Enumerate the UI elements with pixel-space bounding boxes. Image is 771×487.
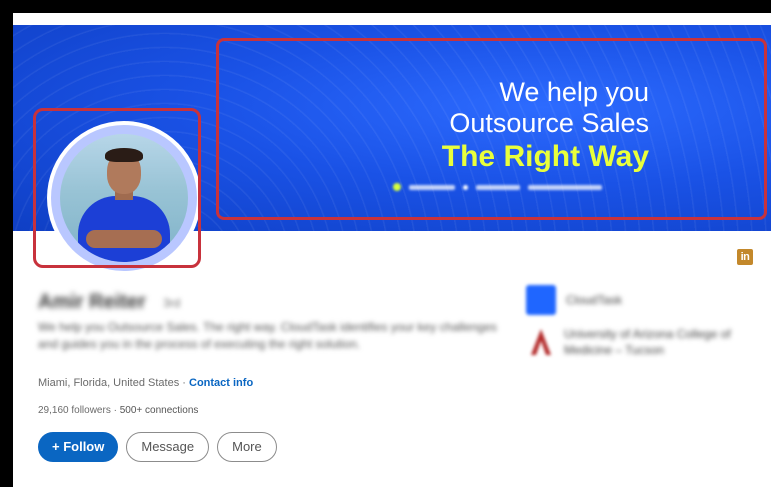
more-button[interactable]: More	[217, 432, 277, 462]
contact-info-link[interactable]: Contact info	[189, 377, 253, 389]
connection-degree: 3rd	[163, 296, 181, 310]
profile-name: Amir Reiter	[38, 291, 146, 313]
education[interactable]: University of Arizona College of Medicin…	[528, 326, 734, 358]
followers-count[interactable]: 29,160 followers	[38, 405, 111, 416]
network-row: 29,160 followers · 500+ connections	[38, 405, 198, 416]
message-button[interactable]: Message	[126, 432, 210, 462]
banner-highlight-box	[216, 38, 767, 220]
follow-button[interactable]: + Follow	[38, 432, 119, 462]
university-logo-icon	[528, 327, 554, 357]
company-logo-icon	[526, 285, 556, 315]
education-name: University of Arizona College of Medicin…	[564, 327, 731, 357]
profile-location: Miami, Florida, United States	[38, 377, 180, 389]
company-name: CloudTask	[566, 293, 623, 307]
current-company[interactable]: CloudTask	[526, 285, 736, 315]
avatar-highlight-box	[33, 108, 201, 268]
action-buttons: + Follow Message More	[38, 432, 277, 462]
location-row: Miami, Florida, United States · Contact …	[38, 377, 253, 389]
profile-headline: We help you Outsource Sales. The right w…	[38, 320, 497, 351]
profile-card: We help you Outsource Sales The Right Wa…	[13, 13, 771, 487]
separator: ·	[110, 405, 120, 416]
connections-count[interactable]: 500+ connections	[120, 405, 199, 416]
linkedin-icon[interactable]: in	[737, 249, 753, 265]
separator: ·	[179, 377, 189, 389]
